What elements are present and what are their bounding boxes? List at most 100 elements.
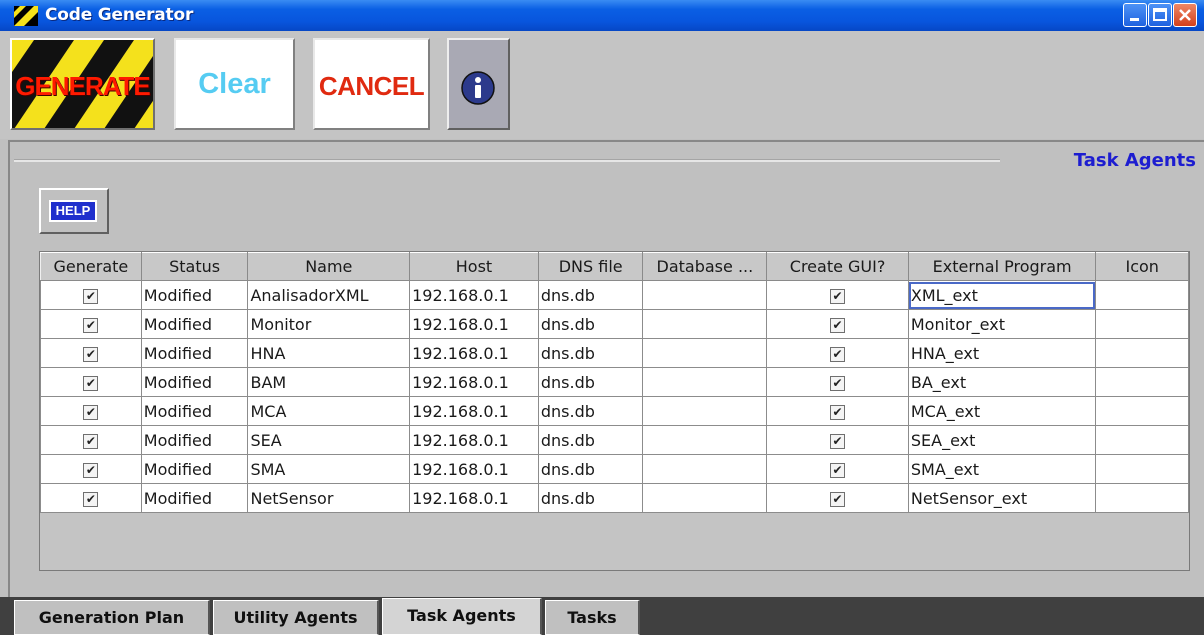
table-row[interactable]: ✔ Modified AnalisadorXML 192.168.0.1 dns.db ✔… [40, 280, 1189, 310]
create-gui-checkbox-cell[interactable]: ✔ [766, 338, 909, 368]
create-gui-checkbox-cell[interactable]: ✔ [766, 367, 909, 397]
create-gui-checkbox-cell[interactable]: ✔ [766, 280, 909, 310]
checkbox[interactable]: ✔ [83, 462, 99, 478]
database-cell[interactable] [642, 454, 768, 484]
external-cell[interactable]: XML_ext [907, 280, 1097, 310]
checkbox[interactable]: ✔ [83, 491, 99, 507]
status-cell[interactable]: Modified [140, 483, 249, 513]
host-cell[interactable]: 192.168.0.1 [409, 309, 539, 339]
title-bar[interactable]: Code Generator [0, 0, 1204, 31]
dns-cell[interactable]: dns.db [537, 396, 644, 426]
create-gui-checkbox-cell[interactable]: ✔ [766, 309, 909, 339]
host-cell[interactable]: 192.168.0.1 [409, 396, 539, 426]
checkbox[interactable]: ✔ [830, 404, 846, 420]
generate-checkbox-cell[interactable]: ✔ [40, 367, 142, 397]
external-cell[interactable]: SEA_ext [907, 425, 1097, 455]
column-header[interactable]: Generate [40, 252, 142, 281]
name-cell[interactable]: NetSensor [247, 483, 411, 513]
name-cell[interactable]: Monitor [247, 309, 411, 339]
create-gui-checkbox-cell[interactable]: ✔ [766, 454, 909, 484]
dns-cell[interactable]: dns.db [537, 425, 644, 455]
icon-cell[interactable] [1095, 425, 1189, 455]
info-button[interactable] [447, 38, 510, 130]
generate-checkbox-cell[interactable]: ✔ [40, 425, 142, 455]
checkbox[interactable]: ✔ [830, 491, 846, 507]
status-cell[interactable]: Modified [140, 454, 249, 484]
tab-tasks[interactable]: Tasks [545, 600, 640, 635]
maximize-button[interactable] [1148, 3, 1172, 27]
checkbox[interactable]: ✔ [830, 346, 846, 362]
checkbox[interactable]: ✔ [830, 375, 846, 391]
host-cell[interactable]: 192.168.0.1 [409, 425, 539, 455]
checkbox[interactable]: ✔ [83, 375, 99, 391]
status-cell[interactable]: Modified [140, 396, 249, 426]
dns-cell[interactable]: dns.db [537, 309, 644, 339]
table-row[interactable]: ✔ Modified NetSensor 192.168.0.1 dns.db ✔ NetS… [40, 483, 1189, 513]
table-row[interactable]: ✔ Modified BAM 192.168.0.1 dns.db ✔ BA_ext [40, 367, 1189, 397]
generate-checkbox-cell[interactable]: ✔ [40, 483, 142, 513]
name-cell[interactable]: AnalisadorXML [247, 280, 411, 310]
database-cell[interactable] [642, 425, 768, 455]
external-cell[interactable]: NetSensor_ext [907, 483, 1097, 513]
column-header[interactable]: Status [140, 252, 249, 281]
name-cell[interactable]: SEA [247, 425, 411, 455]
host-cell[interactable]: 192.168.0.1 [409, 338, 539, 368]
icon-cell[interactable] [1095, 367, 1189, 397]
icon-cell[interactable] [1095, 280, 1189, 310]
database-cell[interactable] [642, 309, 768, 339]
host-cell[interactable]: 192.168.0.1 [409, 483, 539, 513]
table-row[interactable]: ✔ Modified Monitor 192.168.0.1 dns.db ✔ Monito… [40, 309, 1189, 339]
name-cell[interactable]: MCA [247, 396, 411, 426]
help-button[interactable]: HELP [39, 188, 109, 234]
tab-utility-agents[interactable]: Utility Agents [213, 600, 379, 635]
dns-cell[interactable]: dns.db [537, 280, 644, 310]
name-cell[interactable]: BAM [247, 367, 411, 397]
database-cell[interactable] [642, 338, 768, 368]
table-row[interactable]: ✔ Modified HNA 192.168.0.1 dns.db ✔ HNA_ext [40, 338, 1189, 368]
status-cell[interactable]: Modified [140, 280, 249, 310]
checkbox[interactable]: ✔ [830, 288, 846, 304]
database-cell[interactable] [642, 367, 768, 397]
create-gui-checkbox-cell[interactable]: ✔ [766, 396, 909, 426]
checkbox[interactable]: ✔ [830, 462, 846, 478]
icon-cell[interactable] [1095, 309, 1189, 339]
column-header[interactable]: Create GUI? [766, 252, 909, 281]
checkbox[interactable]: ✔ [83, 404, 99, 420]
table-row[interactable]: ✔ Modified SEA 192.168.0.1 dns.db ✔ SEA_ext [40, 425, 1189, 455]
host-cell[interactable]: 192.168.0.1 [409, 280, 539, 310]
database-cell[interactable] [642, 396, 768, 426]
column-header[interactable]: External Program [907, 252, 1097, 281]
checkbox[interactable]: ✔ [83, 346, 99, 362]
tab-task-agents[interactable]: Task Agents [382, 598, 542, 635]
external-cell[interactable]: HNA_ext [907, 338, 1097, 368]
column-header[interactable]: Name [247, 252, 411, 281]
tab-generation-plan[interactable]: Generation Plan [14, 600, 210, 635]
dns-cell[interactable]: dns.db [537, 454, 644, 484]
generate-checkbox-cell[interactable]: ✔ [40, 338, 142, 368]
dns-cell[interactable]: dns.db [537, 483, 644, 513]
name-cell[interactable]: HNA [247, 338, 411, 368]
column-header[interactable]: DNS file [537, 252, 644, 281]
icon-cell[interactable] [1095, 338, 1189, 368]
column-header[interactable]: Database ... [642, 252, 768, 281]
column-header[interactable]: Icon [1095, 252, 1189, 281]
host-cell[interactable]: 192.168.0.1 [409, 367, 539, 397]
checkbox[interactable]: ✔ [830, 317, 846, 333]
icon-cell[interactable] [1095, 454, 1189, 484]
generate-checkbox-cell[interactable]: ✔ [40, 454, 142, 484]
generate-checkbox-cell[interactable]: ✔ [40, 309, 142, 339]
dns-cell[interactable]: dns.db [537, 367, 644, 397]
checkbox[interactable]: ✔ [830, 433, 846, 449]
minimize-button[interactable] [1123, 3, 1147, 27]
table-row[interactable]: ✔ Modified MCA 192.168.0.1 dns.db ✔ MCA_ext [40, 396, 1189, 426]
close-button[interactable] [1173, 3, 1197, 27]
generate-checkbox-cell[interactable]: ✔ [40, 396, 142, 426]
checkbox[interactable]: ✔ [83, 288, 99, 304]
generate-button[interactable]: GENERATE [10, 38, 155, 130]
database-cell[interactable] [642, 483, 768, 513]
icon-cell[interactable] [1095, 483, 1189, 513]
clear-button[interactable]: Clear [174, 38, 295, 130]
checkbox[interactable]: ✔ [83, 433, 99, 449]
icon-cell[interactable] [1095, 396, 1189, 426]
external-cell[interactable]: MCA_ext [907, 396, 1097, 426]
